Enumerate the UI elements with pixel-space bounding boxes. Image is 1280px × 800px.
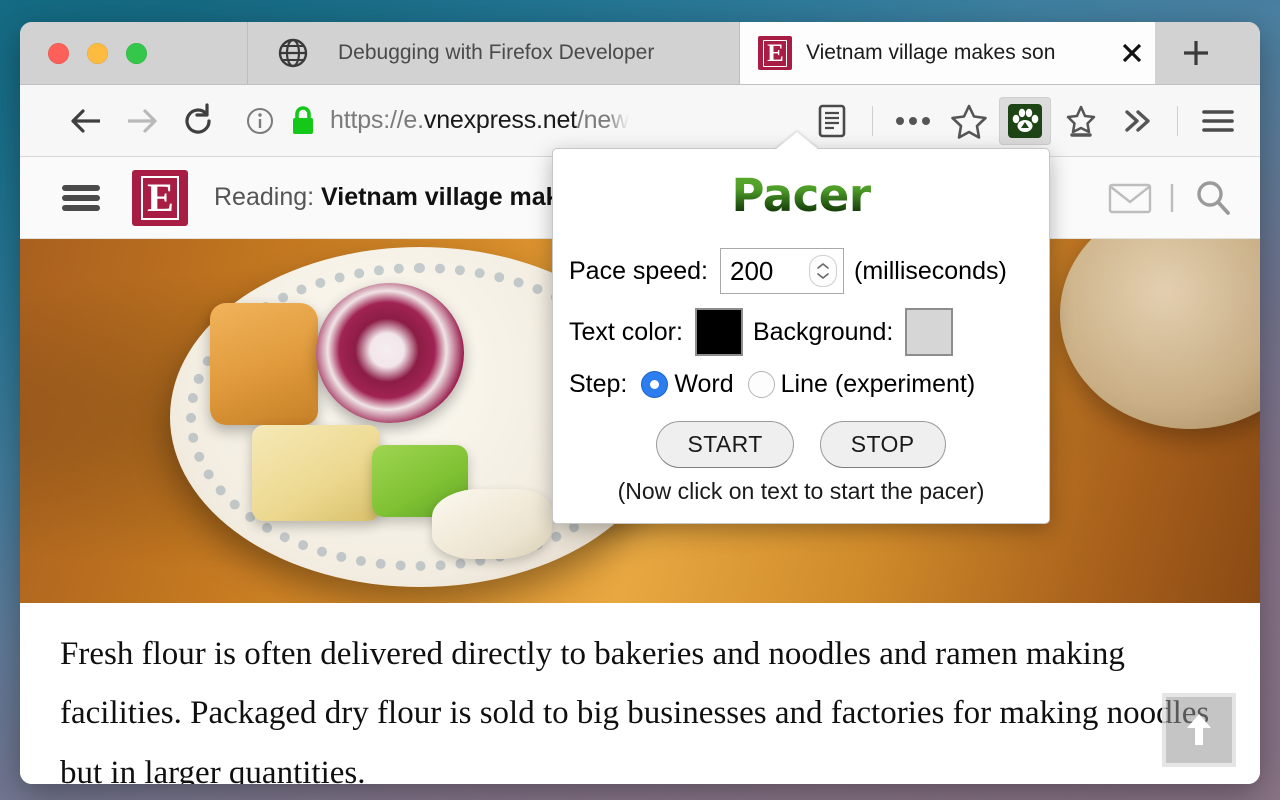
tab-title: Debugging with Firefox Developer [338, 41, 655, 64]
envelope-icon[interactable] [1108, 181, 1152, 215]
step-row: Step: Word Line (experiment) [553, 370, 1049, 399]
step-line-radio[interactable] [747, 371, 775, 398]
pacer-title: Pacer [553, 169, 1049, 222]
overflow-menu-button[interactable] [1111, 97, 1163, 145]
vnexpress-favicon-icon: E [758, 36, 792, 70]
padlock-icon[interactable] [290, 105, 316, 136]
stop-button[interactable]: STOP [819, 421, 946, 468]
step-label: Step: [569, 370, 628, 398]
pace-speed-value: 200 [730, 255, 774, 286]
tab-vietnam-village-makes-son[interactable]: E Vietnam village makes son [740, 22, 1155, 84]
header-divider [1170, 182, 1174, 214]
food-item-purple-swirl [316, 283, 464, 423]
article-paragraph: Fresh flour is often delivered directly … [60, 636, 1210, 784]
scroll-to-top-button[interactable] [1162, 693, 1236, 767]
bowl-shape [1060, 239, 1260, 429]
tab-debugging-with-firefox-developer[interactable]: Debugging with Firefox Developer [248, 22, 740, 84]
tab-strip: Debugging with Firefox Developer E Vietn… [20, 22, 1260, 85]
pacer-extension-button[interactable] [999, 96, 1051, 145]
vnexpress-logo[interactable]: E [132, 169, 188, 226]
back-button[interactable] [58, 97, 114, 145]
pacer-hint: (Now click on text to start the pacer) [617, 478, 985, 504]
step-line-label: Line (experiment) [780, 370, 976, 398]
food-item-yellow [252, 425, 380, 521]
pace-speed-label: Pace speed: [569, 256, 708, 285]
step-word-radio[interactable] [641, 371, 669, 398]
navigation-toolbar: https://e.vnexpress.net/new [20, 85, 1260, 157]
zoom-window-button[interactable] [126, 42, 147, 64]
new-tab-button[interactable] [1155, 22, 1237, 84]
toolbar-divider [872, 105, 873, 136]
url-bar[interactable]: https://e.vnexpress.net/new [226, 105, 806, 137]
start-button[interactable]: START [656, 421, 794, 468]
window-controls [20, 22, 248, 84]
globe-icon [276, 36, 310, 70]
forward-button [114, 97, 170, 145]
food-item-white [432, 489, 552, 559]
bookmark-star-button[interactable] [943, 97, 995, 145]
minimize-window-button[interactable] [87, 42, 108, 64]
text-color-label: Text color: [569, 317, 683, 346]
toolbar-icons [806, 96, 1244, 145]
tab-title: Vietnam village makes son [806, 41, 1056, 64]
search-icon[interactable] [1192, 177, 1234, 219]
pace-speed-row: Pace speed: 200 (milliseconds) [553, 248, 1049, 294]
pace-speed-unit: (milliseconds) [854, 256, 1007, 285]
pace-speed-stepper[interactable] [809, 255, 837, 287]
close-window-button[interactable] [48, 42, 69, 64]
step-word-label: Word [674, 370, 734, 398]
pacer-controls: START STOP [553, 421, 1049, 468]
close-tab-button[interactable] [1117, 38, 1147, 68]
app-menu-button[interactable] [1192, 97, 1244, 145]
toolbar-divider [1177, 105, 1178, 136]
page-actions-button[interactable] [887, 97, 939, 145]
food-item-orange [210, 303, 318, 425]
page-info-icon[interactable] [244, 105, 276, 137]
pacer-popup-panel: Pacer Pace speed: 200 (milliseconds) Tex… [552, 132, 1050, 524]
reload-button[interactable] [170, 97, 226, 145]
site-header-actions [1108, 177, 1234, 219]
site-hamburger-icon[interactable] [60, 181, 106, 215]
text-color-swatch[interactable] [694, 308, 743, 356]
bookmark-library-button[interactable] [1055, 97, 1107, 145]
popup-arrow [775, 132, 819, 150]
background-color-swatch[interactable] [905, 308, 954, 356]
background-color-label: Background: [752, 317, 894, 346]
pace-speed-input[interactable]: 200 [720, 248, 844, 294]
url-text: https://e.vnexpress.net/new [330, 106, 629, 134]
colors-row: Text color: Background: [553, 308, 1049, 356]
